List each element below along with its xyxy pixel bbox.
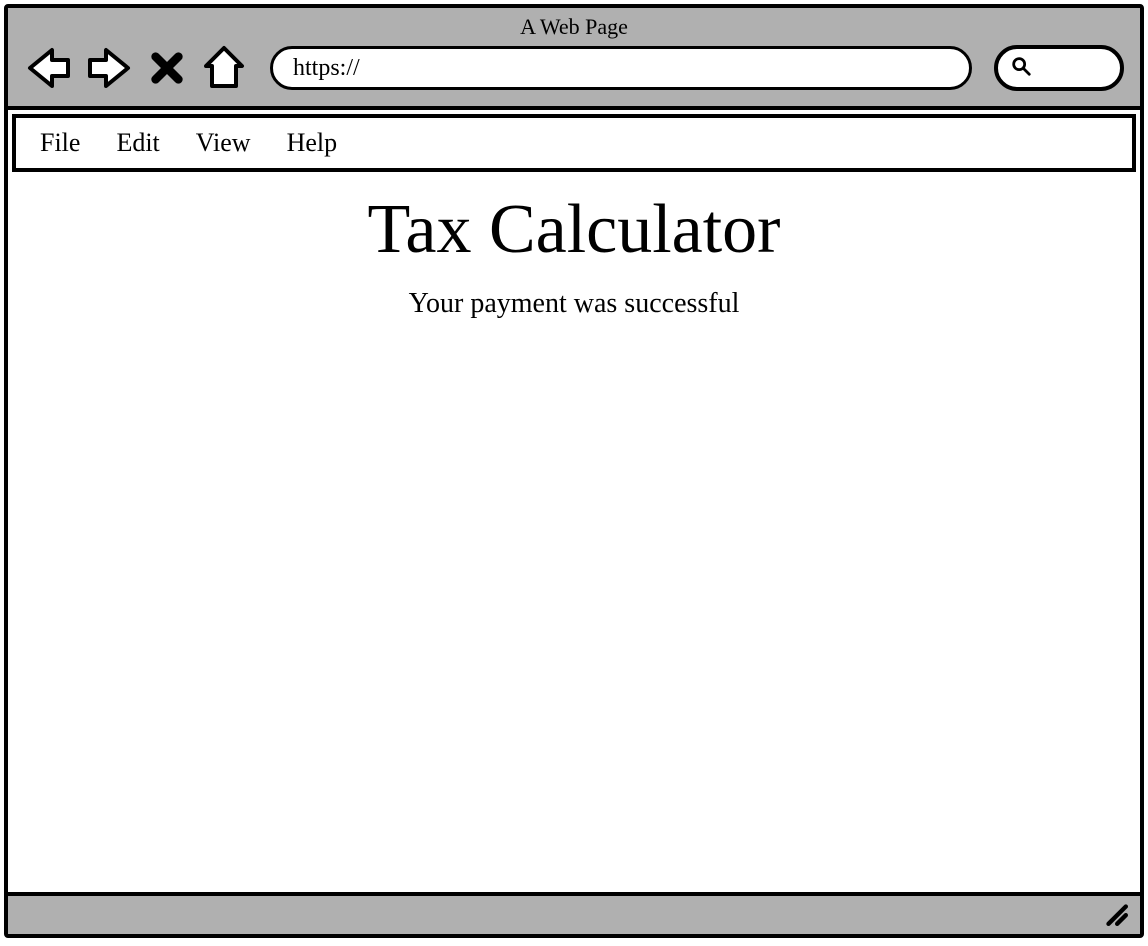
app-body: File Edit View Help Tax Calculator Your …	[10, 110, 1138, 892]
menu-item-help[interactable]: Help	[287, 128, 338, 158]
menu-item-view[interactable]: View	[196, 128, 251, 158]
resize-handle-icon[interactable]	[1102, 900, 1128, 931]
page-message: Your payment was successful	[10, 288, 1138, 320]
menu-item-edit[interactable]: Edit	[116, 128, 159, 158]
browser-window: A Web Page https://	[4, 4, 1144, 938]
address-bar[interactable]: https://	[270, 46, 972, 90]
stop-icon[interactable]	[148, 49, 186, 87]
address-text: https://	[293, 55, 360, 82]
menu-bar: File Edit View Help	[12, 114, 1136, 172]
home-icon[interactable]	[200, 44, 248, 92]
page-content: Tax Calculator Your payment was successf…	[10, 172, 1138, 892]
window-title: A Web Page	[24, 14, 1124, 40]
search-button[interactable]	[994, 45, 1124, 91]
page-heading: Tax Calculator	[10, 190, 1138, 270]
forward-icon[interactable]	[86, 44, 134, 92]
toolbar-row: https://	[24, 44, 1124, 92]
menu-item-file[interactable]: File	[40, 128, 80, 158]
search-icon	[1010, 55, 1032, 82]
browser-toolbar: A Web Page https://	[8, 8, 1140, 110]
nav-icons	[24, 44, 248, 92]
status-bar	[8, 892, 1140, 934]
back-icon[interactable]	[24, 44, 72, 92]
